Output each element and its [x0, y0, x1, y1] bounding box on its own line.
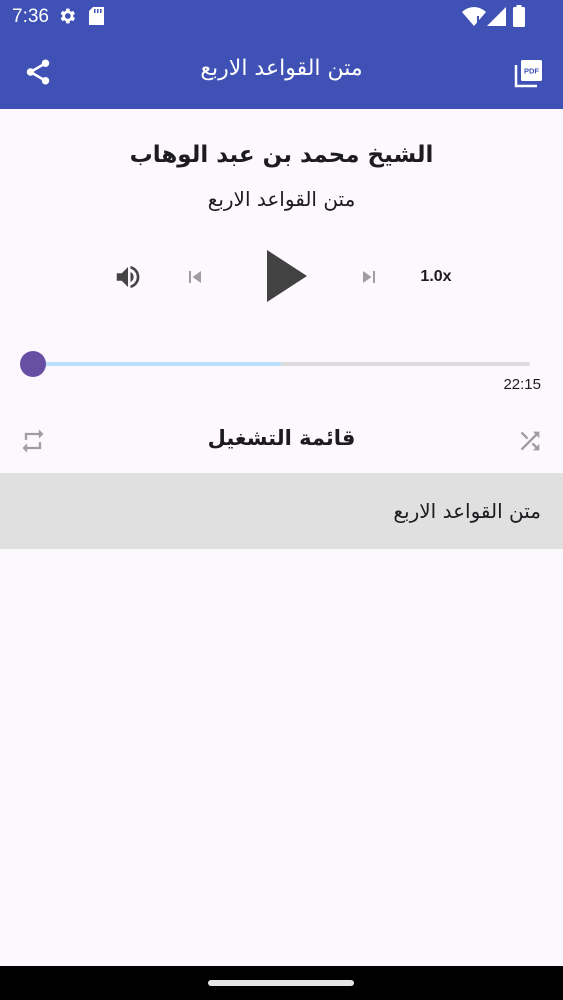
pdf-button[interactable]: PDF — [512, 56, 546, 90]
status-bar: 7:36 — [0, 0, 563, 34]
navigation-bar — [0, 966, 563, 1000]
repeat-icon — [22, 429, 44, 453]
seek-buffer — [32, 362, 281, 366]
shuffle-icon — [520, 431, 540, 451]
author-name: الشيخ محمد بن عبد الوهاب — [129, 142, 434, 168]
app-title: متن القواعد الاربع — [200, 56, 363, 81]
play-icon — [267, 250, 307, 302]
status-time: 7:36 — [12, 6, 49, 27]
next-button[interactable] — [352, 259, 386, 295]
player-controls: 1.0x — [0, 245, 563, 307]
volume-button[interactable] — [110, 259, 146, 295]
sd-card-icon — [89, 7, 104, 25]
wifi-icon — [462, 7, 486, 27]
play-button[interactable] — [256, 245, 318, 307]
share-icon — [26, 59, 50, 85]
pdf-icon: PDF — [514, 60, 542, 88]
shuffle-button[interactable] — [513, 424, 547, 458]
skip-previous-icon — [189, 271, 201, 283]
playlist: متن القواعد الاربع — [0, 473, 563, 549]
previous-button[interactable] — [178, 259, 212, 295]
share-button[interactable] — [20, 54, 56, 90]
volume-icon — [116, 266, 140, 288]
svg-text:PDF: PDF — [524, 67, 539, 76]
seek-thumb[interactable] — [20, 351, 46, 377]
playlist-item-label: متن القواعد الاربع — [393, 499, 541, 523]
seek-bar[interactable] — [20, 350, 532, 378]
playlist-title: قائمة التشغيل — [207, 426, 356, 450]
track-title: متن القواعد الاربع — [207, 187, 356, 211]
skip-next-icon — [363, 271, 375, 283]
playlist-item[interactable]: متن القواعد الاربع — [0, 473, 563, 549]
home-handle[interactable] — [208, 980, 354, 986]
playlist-header: قائمة التشغيل — [0, 418, 563, 466]
settings-icon — [60, 8, 75, 24]
playback-speed-button[interactable]: 1.0x — [410, 265, 462, 289]
battery-icon — [513, 5, 525, 27]
signal-icon — [487, 7, 506, 26]
repeat-button[interactable] — [16, 424, 50, 458]
duration-label: 22:15 — [503, 376, 541, 393]
app-bar: متن القواعد الاربع PDF — [0, 34, 563, 109]
